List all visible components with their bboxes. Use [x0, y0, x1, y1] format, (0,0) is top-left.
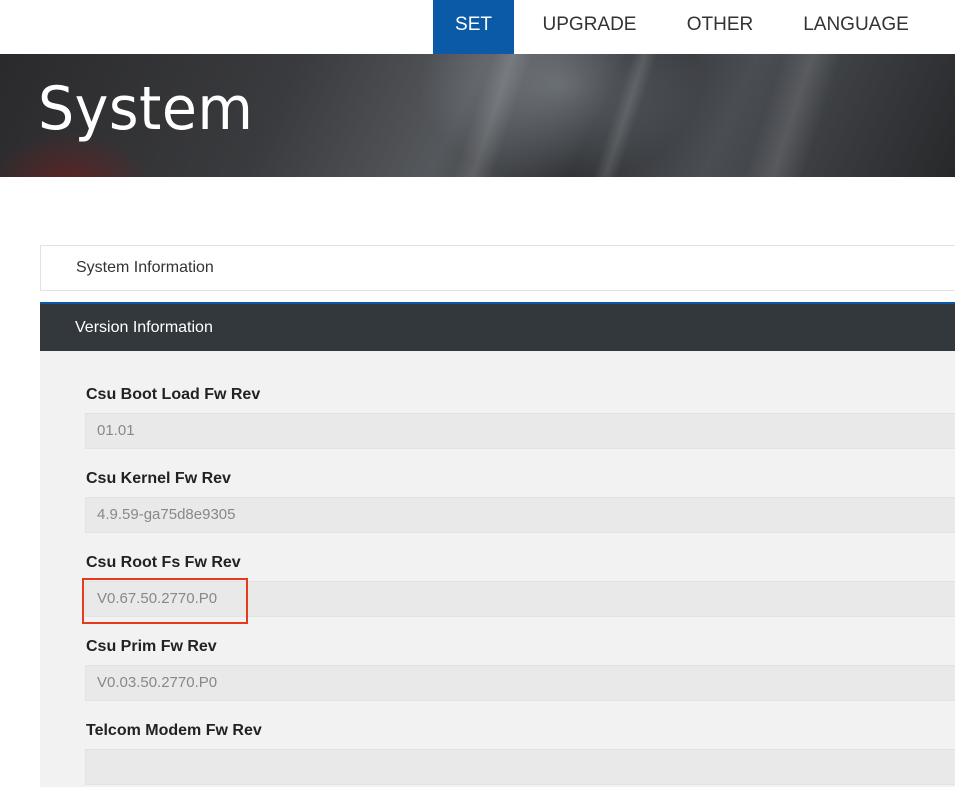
accordion-label: Version Information — [75, 319, 213, 336]
nav-tab-upgrade[interactable]: UPGRADE — [530, 0, 649, 54]
nav-tab-language[interactable]: LANGUAGE — [790, 0, 922, 54]
page-banner: System — [0, 54, 955, 177]
csu-prim-fw-rev-field[interactable]: V0.03.50.2770.P0 — [85, 665, 955, 701]
page-title: System — [38, 74, 254, 144]
top-nav: SET UPGRADE OTHER LANGUAGE — [0, 0, 955, 54]
accordion-system-information[interactable]: System Information — [40, 245, 955, 291]
accordion-label: System Information — [76, 259, 214, 276]
banner-decoration — [580, 54, 665, 177]
csu-root-fs-fw-rev-label: Csu Root Fs Fw Rev — [86, 554, 241, 571]
accordion-version-information[interactable]: Version Information — [40, 302, 955, 351]
csu-root-fs-fw-rev-field[interactable]: V0.67.50.2770.P0 — [85, 581, 955, 617]
csu-kernel-fw-rev-field[interactable]: 4.9.59-ga75d8e9305 — [85, 497, 955, 533]
csu-boot-load-fw-rev-field[interactable]: 01.01 — [85, 413, 955, 449]
csu-prim-fw-rev-label: Csu Prim Fw Rev — [86, 638, 217, 655]
page: SET UPGRADE OTHER LANGUAGE System System… — [0, 0, 955, 787]
telcom-modem-fw-rev-label: Telcom Modem Fw Rev — [86, 722, 262, 739]
version-information-panel: Csu Boot Load Fw Rev 01.01 Csu Kernel Fw… — [40, 351, 955, 787]
csu-boot-load-fw-rev-label: Csu Boot Load Fw Rev — [86, 386, 261, 403]
banner-decoration — [730, 54, 850, 177]
nav-tab-set[interactable]: SET — [433, 0, 514, 54]
banner-decoration — [440, 54, 540, 177]
csu-kernel-fw-rev-label: Csu Kernel Fw Rev — [86, 470, 231, 487]
telcom-modem-fw-rev-field[interactable] — [85, 749, 955, 785]
nav-tab-other[interactable]: OTHER — [672, 0, 768, 54]
